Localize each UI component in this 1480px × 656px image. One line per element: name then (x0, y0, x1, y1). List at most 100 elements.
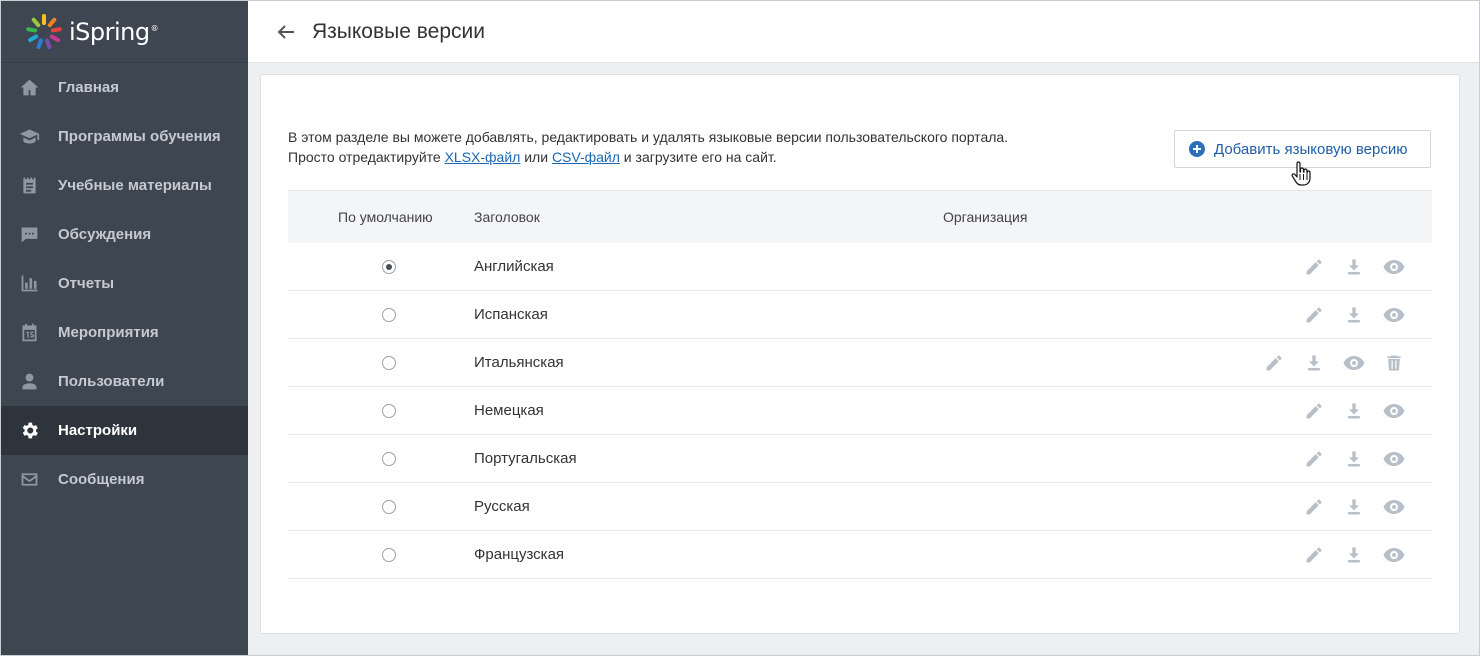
chat-icon (18, 224, 40, 246)
intro-text: В этом разделе вы можете добавлять, реда… (288, 127, 1008, 167)
download-icon[interactable] (1334, 495, 1374, 519)
eye-icon[interactable] (1374, 543, 1414, 567)
language-title: Итальянская (474, 354, 564, 371)
default-radio[interactable] (382, 547, 396, 562)
logo-text: iSpring® (69, 17, 159, 46)
sidebar-item-label: Мероприятия (58, 324, 159, 341)
default-cell (288, 547, 474, 562)
calendar-icon (18, 322, 40, 344)
plus-circle-icon (1189, 141, 1205, 157)
add-button-label: Добавить языковую версию (1214, 140, 1408, 158)
content-card: В этом разделе вы можете добавлять, реда… (260, 74, 1460, 634)
eye-icon[interactable] (1374, 255, 1414, 279)
default-cell (288, 355, 474, 370)
back-arrow-icon[interactable] (276, 21, 298, 43)
row-actions (1294, 543, 1432, 567)
language-title: Английская (474, 258, 554, 275)
sidebar-item-messages[interactable]: Сообщения (1, 455, 248, 504)
language-title: Испанская (474, 306, 548, 323)
download-icon[interactable] (1294, 351, 1334, 375)
default-cell (288, 403, 474, 418)
download-icon[interactable] (1334, 447, 1374, 471)
envelope-icon (18, 469, 40, 491)
xlsx-file-link[interactable]: XLSX-файл (445, 149, 521, 165)
app-window: iSpring® Главная Программы обучения Учеб… (0, 0, 1480, 656)
pencil-icon[interactable] (1294, 543, 1334, 567)
default-radio[interactable] (382, 403, 396, 418)
language-title: Немецкая (474, 402, 544, 419)
language-versions-table: По умолчанию Заголовок Организация Англи… (288, 190, 1432, 579)
intro-line-2: Просто отредактируйте XLSX-файл или CSV-… (288, 149, 777, 165)
sidebar-item-label: Сообщения (58, 471, 145, 488)
download-icon[interactable] (1334, 255, 1374, 279)
table-row: Португальская (288, 435, 1432, 483)
pencil-icon[interactable] (1294, 303, 1334, 327)
sidebar-item-label: Настройки (58, 422, 138, 439)
default-cell (288, 307, 474, 322)
row-actions (1294, 495, 1432, 519)
default-radio[interactable] (382, 451, 396, 466)
csv-file-link[interactable]: CSV-файл (552, 149, 620, 165)
download-icon[interactable] (1334, 399, 1374, 423)
sidebar-item-users[interactable]: Пользователи (1, 357, 248, 406)
sidebar-item-label: Отчеты (58, 275, 115, 292)
sidebar-item-home[interactable]: Главная (1, 63, 248, 112)
sidebar-item-settings[interactable]: Настройки (1, 406, 248, 455)
notepad-icon (18, 175, 40, 197)
sidebar-nav: Главная Программы обучения Учебные матер… (1, 63, 248, 504)
default-radio[interactable] (382, 307, 396, 322)
table-body: Английская Испанская Итальянская Немецка… (288, 243, 1432, 579)
pencil-icon[interactable] (1254, 351, 1294, 375)
default-cell (288, 499, 474, 514)
sidebar: iSpring® Главная Программы обучения Учеб… (1, 1, 248, 655)
pencil-icon[interactable] (1294, 495, 1334, 519)
row-actions (1294, 303, 1432, 327)
default-radio[interactable] (382, 259, 396, 274)
pencil-icon[interactable] (1294, 399, 1334, 423)
language-title: Французская (474, 546, 565, 563)
sidebar-item-reports[interactable]: Отчеты (1, 259, 248, 308)
row-actions (1294, 255, 1432, 279)
default-radio[interactable] (382, 355, 396, 370)
eye-icon[interactable] (1374, 495, 1414, 519)
gear-icon (18, 420, 40, 442)
sidebar-item-discussions[interactable]: Обсуждения (1, 210, 248, 259)
default-cell (288, 451, 474, 466)
download-icon[interactable] (1334, 303, 1374, 327)
home-icon (18, 77, 40, 99)
sidebar-item-label: Учебные материалы (58, 177, 212, 194)
row-actions (1254, 351, 1432, 375)
column-header-default: По умолчанию (338, 209, 433, 225)
eye-icon[interactable] (1374, 303, 1414, 327)
default-radio[interactable] (382, 499, 396, 514)
eye-icon[interactable] (1374, 447, 1414, 471)
table-row: Немецкая (288, 387, 1432, 435)
user-icon (18, 371, 40, 393)
eye-icon[interactable] (1334, 351, 1374, 375)
default-cell (288, 259, 474, 274)
table-row: Французская (288, 531, 1432, 579)
bar-chart-icon (18, 273, 40, 295)
pencil-icon[interactable] (1294, 447, 1334, 471)
logo[interactable]: iSpring® (1, 1, 248, 63)
page-header: Языковые версии (248, 1, 1479, 63)
ispring-logo-icon (26, 13, 62, 49)
download-icon[interactable] (1334, 543, 1374, 567)
page-title: Языковые версии (312, 19, 485, 43)
row-actions (1294, 447, 1432, 471)
column-header-title: Заголовок (474, 209, 540, 225)
sidebar-item-label: Главная (58, 79, 120, 96)
sidebar-item-materials[interactable]: Учебные материалы (1, 161, 248, 210)
table-row: Испанская (288, 291, 1432, 339)
graduation-cap-icon (18, 126, 40, 148)
table-row: Английская (288, 243, 1432, 291)
hand-cursor-icon (1291, 161, 1311, 186)
sidebar-item-label: Программы обучения (58, 128, 221, 145)
sidebar-item-events[interactable]: Мероприятия (1, 308, 248, 357)
language-title: Португальская (474, 450, 577, 467)
pencil-icon[interactable] (1294, 255, 1334, 279)
eye-icon[interactable] (1374, 399, 1414, 423)
language-title: Русская (474, 498, 530, 515)
sidebar-item-programs[interactable]: Программы обучения (1, 112, 248, 161)
trash-icon[interactable] (1374, 351, 1414, 375)
